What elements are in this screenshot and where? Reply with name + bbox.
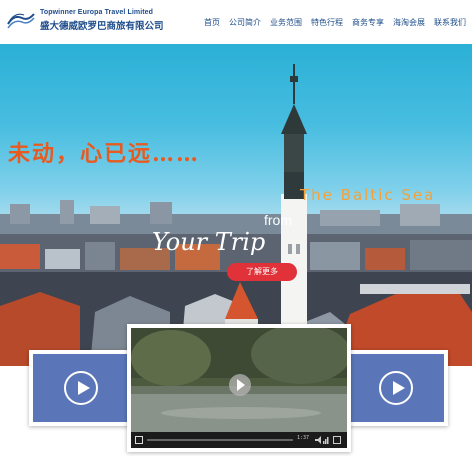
main-nav: 首页 公司简介 业务范围 特色行程 商务专享 海淘会展 联系我们: [204, 17, 466, 28]
hero-from-text: from: [264, 212, 292, 228]
play-icon[interactable]: [379, 371, 413, 405]
seek-bar[interactable]: [147, 439, 293, 441]
brand-name-en: Topwinner Europa Travel Limited: [40, 9, 154, 16]
hero-slogan: 未动，心已远……: [8, 141, 201, 167]
hero-city-illustration: [0, 64, 472, 366]
video-player[interactable]: 1:37: [127, 324, 351, 452]
play-icon[interactable]: [64, 371, 98, 405]
page: Topwinner Europa Travel Limited 盛大德威欧罗巴商…: [0, 0, 472, 456]
play-icon[interactable]: [229, 374, 251, 396]
nav-item-contact[interactable]: 联系我们: [434, 17, 466, 28]
nav-item-expo[interactable]: 海淘会展: [393, 17, 425, 28]
learn-more-button[interactable]: 了解更多: [227, 263, 297, 281]
brand-name-cn: 盛大德威欧罗巴商旅有限公司: [40, 21, 164, 32]
volume-icon[interactable]: [315, 436, 329, 444]
play-icon[interactable]: [135, 436, 143, 444]
nav-item-home[interactable]: 首页: [204, 17, 220, 28]
video-controls: 1:37: [131, 432, 347, 448]
video-time: 1:37: [297, 435, 310, 441]
wave-logo-icon[interactable]: [6, 10, 36, 30]
nav-item-business[interactable]: 商务专享: [352, 17, 384, 28]
hero-baltic-text: The Baltic Sea: [300, 186, 436, 204]
video-card-right[interactable]: [344, 350, 448, 426]
nav-item-services[interactable]: 业务范围: [270, 17, 302, 28]
hero-banner: 未动，心已远…… The Baltic Sea from Your Trip 了…: [0, 44, 472, 366]
hero-your-trip-text: Your Trip: [152, 228, 266, 256]
nav-item-featured-tours[interactable]: 特色行程: [311, 17, 343, 28]
nav-item-about[interactable]: 公司简介: [229, 17, 261, 28]
video-card-left[interactable]: [29, 350, 133, 426]
header: Topwinner Europa Travel Limited 盛大德威欧罗巴商…: [0, 0, 472, 44]
fullscreen-icon[interactable]: [333, 436, 341, 444]
